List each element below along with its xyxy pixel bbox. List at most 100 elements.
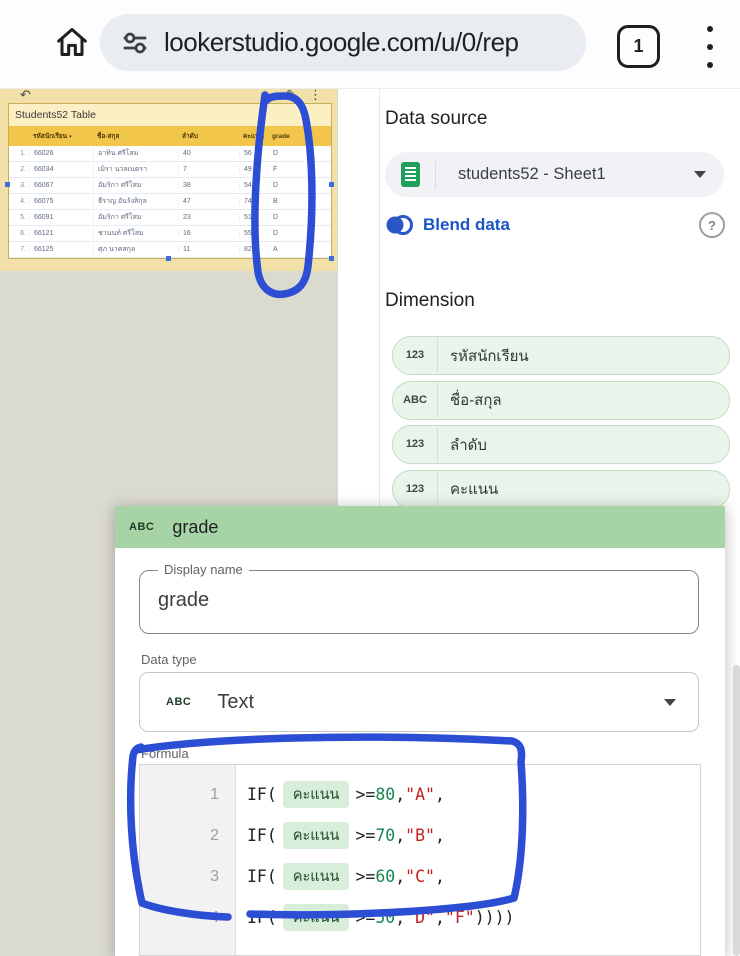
- field-label: ลำดับ: [450, 433, 487, 457]
- code-token: 50: [375, 908, 395, 927]
- resize-handle-right[interactable]: [329, 182, 334, 187]
- code-token: 60: [375, 867, 395, 886]
- url-text: lookerstudio.google.com/u/0/rep: [164, 27, 519, 58]
- table-cell: 56: [239, 150, 268, 157]
- help-icon[interactable]: ?: [699, 212, 725, 238]
- data-type-label: Data type: [141, 652, 197, 667]
- students-table-chart[interactable]: Students52 Table รหัสนักเรียน▾ชื่อ-สกุลล…: [8, 103, 332, 259]
- column-header: รหัสนักเรียน▾: [29, 131, 93, 141]
- blend-icon: [385, 213, 413, 237]
- data-type-value: Text: [217, 691, 664, 714]
- blend-data-label: Blend data: [423, 215, 510, 235]
- line-number: 1: [140, 786, 235, 804]
- code-token: ,: [395, 785, 405, 804]
- table-row: 3.66067อัมริกา ศรีโสม3854D: [9, 178, 331, 194]
- formula-label: Formula: [141, 746, 189, 761]
- data-source-selector[interactable]: students52 - Sheet1: [385, 152, 724, 197]
- browser-menu-button[interactable]: [705, 24, 715, 70]
- code-token: ,: [395, 867, 405, 886]
- table-cell: 3.: [9, 182, 29, 189]
- table-cell: 66026: [29, 150, 93, 157]
- dimension-field-chip[interactable]: 123รหัสนักเรียน: [392, 336, 730, 375]
- table-cell: 40: [178, 150, 239, 157]
- code-token: ,: [435, 826, 445, 845]
- line-number: 4: [140, 909, 235, 927]
- chart-menu-icon[interactable]: ⋮: [309, 89, 322, 102]
- home-icon[interactable]: [52, 22, 92, 62]
- code-token: ,: [395, 826, 405, 845]
- table-row: 6.66121ชานนท์ ศรีโสม1655D: [9, 226, 331, 242]
- column-header: grade: [268, 133, 331, 140]
- table-row: 4.66075ธีราญ อันรังสิกุล4774B: [9, 194, 331, 210]
- dimension-field-chip[interactable]: ABCชื่อ-สกุล: [392, 381, 730, 420]
- data-source-name: students52 - Sheet1: [458, 165, 694, 184]
- resize-handle-corner[interactable]: [329, 256, 334, 261]
- table-row: 1.66026อาทิน ศรีโสม4056D: [9, 146, 331, 162]
- field-reference-chip: คะแนน: [283, 904, 350, 931]
- field-label: รหัสนักเรียน: [450, 344, 529, 368]
- field-type-badge: ABC: [393, 383, 438, 418]
- table-title: Students52 Table: [9, 104, 331, 126]
- table-cell: 51: [239, 214, 268, 221]
- table-cell: เมิรา นวลเนตรา: [93, 164, 178, 175]
- formula-editor[interactable]: 1IF(คะแนน>=80,"A",2IF(คะแนน>=70,"B",3IF(…: [139, 764, 701, 956]
- resize-handle-bottom[interactable]: [166, 256, 171, 261]
- formula-line: 3IF(คะแนน>=60,"C",: [140, 856, 700, 897]
- table-cell: 74: [239, 198, 268, 205]
- data-type-select[interactable]: ABC Text: [139, 672, 699, 732]
- dimension-heading: Dimension: [385, 290, 475, 312]
- field-editor-header: ABC grade: [115, 506, 725, 548]
- column-header: ลำดับ: [178, 131, 239, 141]
- browser-topbar: lookerstudio.google.com/u/0/rep 1: [0, 0, 740, 89]
- code-token: >=: [355, 867, 375, 886]
- field-reference-chip: คะแนน: [283, 781, 350, 808]
- column-header: ชื่อ-สกุล: [93, 131, 178, 141]
- table-cell: 23: [178, 214, 239, 221]
- tab-count: 1: [633, 36, 643, 57]
- table-cell: 66121: [29, 230, 93, 237]
- code-token: )))): [475, 908, 515, 927]
- table-cell: 66067: [29, 182, 93, 189]
- data-source-heading: Data source: [385, 108, 487, 130]
- panel-scrollbar[interactable]: [733, 665, 740, 956]
- table-cell: F: [268, 166, 331, 173]
- formula-code: IF(คะแนน>=70,"B",: [235, 822, 445, 849]
- table-cell: ธีราญ อันรังสิกุล: [93, 196, 178, 207]
- table-cell: B: [268, 198, 331, 205]
- table-cell: 16: [178, 230, 239, 237]
- url-bar[interactable]: lookerstudio.google.com/u/0/rep: [100, 14, 586, 71]
- table-cell: อัมริกา ศรีโสม: [93, 212, 178, 223]
- dimension-field-chip[interactable]: 123 ลำดับ: [392, 425, 730, 464]
- formula-code: IF(คะแนน>=80,"A",: [235, 781, 445, 808]
- resize-handle-left[interactable]: [5, 182, 10, 187]
- panel-divider: [379, 88, 380, 508]
- field-editor-dialog: ABC grade Display name grade Data type A…: [115, 506, 725, 956]
- code-token: "C": [405, 867, 435, 886]
- code-token: ,: [435, 785, 445, 804]
- formula-code: IF(คะแนน>=50,"D","F")))): [235, 904, 514, 931]
- table-cell: อัมริกา ศรีโสม: [93, 180, 178, 191]
- formula-line: 4IF(คะแนน>=50,"D","F")))): [140, 897, 700, 938]
- table-cell: 66125: [29, 246, 93, 253]
- field-type-badge: ABC: [129, 521, 154, 533]
- field-type-badge: 123: [393, 427, 438, 462]
- field-type-badge: 123: [393, 472, 438, 507]
- code-token: "B": [405, 826, 435, 845]
- chevron-down-icon[interactable]: [664, 699, 676, 706]
- formula-code: IF(คะแนน>=60,"C",: [235, 863, 445, 890]
- edit-pencil-icon[interactable]: ✎: [286, 89, 297, 102]
- dimension-field-chip[interactable]: 123คะแนน: [392, 470, 730, 509]
- display-name-field[interactable]: Display name grade: [139, 570, 699, 634]
- tab-switcher-button[interactable]: 1: [617, 25, 660, 68]
- chevron-down-icon[interactable]: [694, 171, 706, 178]
- table-cell: 38: [178, 182, 239, 189]
- field-name: grade: [172, 517, 218, 538]
- sheets-icon: [401, 162, 420, 187]
- site-settings-icon[interactable]: [120, 28, 150, 58]
- code-token: "D": [405, 908, 435, 927]
- undo-icon[interactable]: ↶: [20, 89, 31, 102]
- code-token: IF(: [247, 826, 277, 845]
- display-name-value[interactable]: grade: [158, 589, 698, 612]
- blend-data-button[interactable]: Blend data: [385, 210, 510, 240]
- table-cell: 66091: [29, 214, 93, 221]
